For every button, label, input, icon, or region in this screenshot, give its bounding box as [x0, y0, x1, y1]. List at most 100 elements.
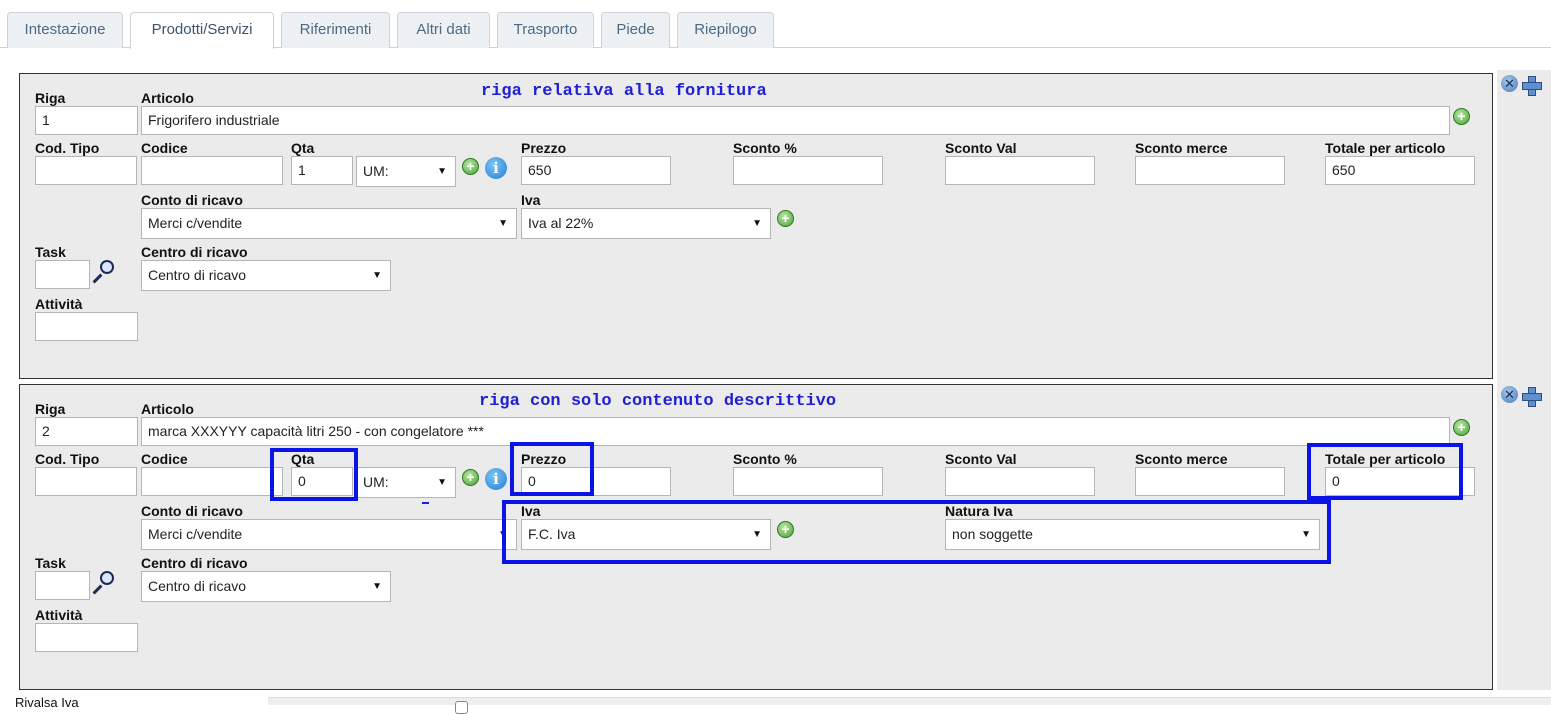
cod-tipo-input[interactable]: [35, 467, 137, 496]
add-circle-icon[interactable]: +: [462, 469, 479, 486]
label-conto-ricavo: Conto di ricavo: [141, 503, 243, 519]
conto-ricavo-select[interactable]: Merci c/vendite ▼: [141, 519, 517, 550]
sconto-pct-input[interactable]: [733, 467, 883, 496]
label-task: Task: [35, 555, 66, 571]
centro-ricavo-select[interactable]: Centro di ricavo ▼: [141, 260, 391, 291]
centro-ricavo-select[interactable]: Centro di ricavo ▼: [141, 571, 391, 602]
delete-x-icon[interactable]: ✕: [1501, 75, 1518, 92]
info-icon[interactable]: i: [485, 157, 507, 179]
tab-prodotti-servizi[interactable]: Prodotti/Servizi: [130, 12, 274, 49]
label-sconto-pct: Sconto %: [733, 451, 797, 467]
um-select-value: UM:: [363, 474, 389, 490]
highlight-qta: [270, 448, 358, 501]
label-centro-ricavo: Centro di ricavo: [141, 244, 248, 260]
magnifier-icon[interactable]: [89, 259, 117, 287]
centro-ricavo-value: Centro di ricavo: [148, 267, 247, 283]
chevron-down-icon: ▼: [437, 166, 447, 177]
rivalsa-iva-checkbox[interactable]: [455, 701, 468, 714]
chevron-down-icon: ▼: [752, 218, 762, 229]
row-tools-column: [1497, 70, 1551, 690]
label-prezzo: Prezzo: [521, 140, 567, 156]
label-cod-tipo: Cod. Tipo: [35, 451, 100, 467]
chevron-down-icon: ▼: [372, 581, 382, 592]
label-articolo: Articolo: [141, 90, 194, 106]
sconto-merce-input[interactable]: [1135, 467, 1285, 496]
label-articolo: Articolo: [141, 401, 194, 417]
label-sconto-merce: Sconto merce: [1135, 140, 1228, 156]
iva-select[interactable]: Iva al 22% ▼: [521, 208, 771, 239]
rivalsa-iva-label: Rivalsa Iva: [15, 695, 79, 710]
attivita-input[interactable]: [35, 312, 138, 341]
label-task: Task: [35, 244, 66, 260]
sconto-merce-input[interactable]: [1135, 156, 1285, 185]
label-iva: Iva: [521, 192, 541, 208]
label-sconto-merce: Sconto merce: [1135, 451, 1228, 467]
magnifier-icon[interactable]: [89, 570, 117, 598]
articolo-input[interactable]: Frigorifero industriale: [141, 106, 1450, 135]
row-2-tools: ✕: [1497, 386, 1543, 426]
um-select[interactable]: UM: ▼: [356, 156, 456, 187]
iva-value: Iva al 22%: [528, 215, 594, 231]
label-codice: Codice: [141, 140, 188, 156]
chevron-down-icon: ▼: [498, 218, 508, 229]
cod-tipo-input[interactable]: [35, 156, 137, 185]
label-riga: Riga: [35, 90, 66, 106]
add-circle-icon[interactable]: +: [1453, 108, 1470, 125]
totale-input[interactable]: 650: [1325, 156, 1475, 185]
codice-input[interactable]: [141, 156, 283, 185]
um-select-value: UM:: [363, 163, 389, 179]
conto-ricavo-value: Merci c/vendite: [148, 526, 243, 542]
label-codice: Codice: [141, 451, 188, 467]
label-centro-ricavo: Centro di ricavo: [141, 555, 248, 571]
label-totale: Totale per articolo: [1325, 140, 1446, 156]
tab-riepilogo[interactable]: Riepilogo: [677, 12, 774, 48]
add-circle-icon[interactable]: +: [1453, 419, 1470, 436]
riga-input[interactable]: 2: [35, 417, 138, 446]
centro-ricavo-value: Centro di ricavo: [148, 578, 247, 594]
sconto-val-input[interactable]: [945, 467, 1095, 496]
sconto-pct-input[interactable]: [733, 156, 883, 185]
label-sconto-pct: Sconto %: [733, 140, 797, 156]
qta-input[interactable]: 1: [291, 156, 353, 185]
annotation-note: riga relativa alla fornitura: [481, 82, 767, 101]
sconto-val-input[interactable]: [945, 156, 1095, 185]
label-riga: Riga: [35, 401, 66, 417]
prezzo-input[interactable]: 650: [521, 156, 671, 185]
attivita-input[interactable]: [35, 623, 138, 652]
tab-trasporto[interactable]: Trasporto: [497, 12, 594, 48]
tab-riferimenti[interactable]: Riferimenti: [281, 12, 390, 48]
label-sconto-val: Sconto Val: [945, 451, 1017, 467]
info-icon[interactable]: i: [485, 468, 507, 490]
tab-piede[interactable]: Piede: [601, 12, 670, 48]
conto-ricavo-select[interactable]: Merci c/vendite ▼: [141, 208, 517, 239]
label-attivita: Attività: [35, 296, 83, 312]
tab-bar: Intestazione Prodotti/Servizi Riferiment…: [0, 0, 1551, 49]
codice-input[interactable]: [141, 467, 283, 496]
highlight-prezzo: [510, 442, 594, 496]
chevron-down-icon: ▼: [437, 477, 447, 488]
annotation-dash: [422, 502, 429, 504]
add-circle-icon[interactable]: +: [462, 158, 479, 175]
row-1-tools: ✕: [1497, 75, 1543, 115]
label-attivita: Attività: [35, 607, 83, 623]
articolo-input[interactable]: marca XXXYYY capacità litri 250 - con co…: [141, 417, 1450, 446]
label-conto-ricavo: Conto di ricavo: [141, 192, 243, 208]
label-sconto-val: Sconto Val: [945, 140, 1017, 156]
task-input[interactable]: [35, 571, 90, 600]
riga-input[interactable]: 1: [35, 106, 138, 135]
task-input[interactable]: [35, 260, 90, 289]
label-qta: Qta: [291, 140, 315, 156]
add-plus-icon[interactable]: [1521, 75, 1542, 96]
highlight-totale: [1307, 443, 1463, 500]
tab-altri-dati[interactable]: Altri dati: [397, 12, 490, 48]
um-select[interactable]: UM: ▼: [356, 467, 456, 498]
add-plus-icon[interactable]: [1521, 386, 1542, 407]
label-cod-tipo: Cod. Tipo: [35, 140, 100, 156]
tab-intestazione[interactable]: Intestazione: [7, 12, 123, 48]
highlight-iva-natura: [502, 500, 1331, 564]
delete-x-icon[interactable]: ✕: [1501, 386, 1518, 403]
add-circle-icon[interactable]: +: [777, 210, 794, 227]
conto-ricavo-value: Merci c/vendite: [148, 215, 243, 231]
annotation-note: riga con solo contenuto descrittivo: [479, 392, 837, 411]
chevron-down-icon: ▼: [372, 270, 382, 281]
